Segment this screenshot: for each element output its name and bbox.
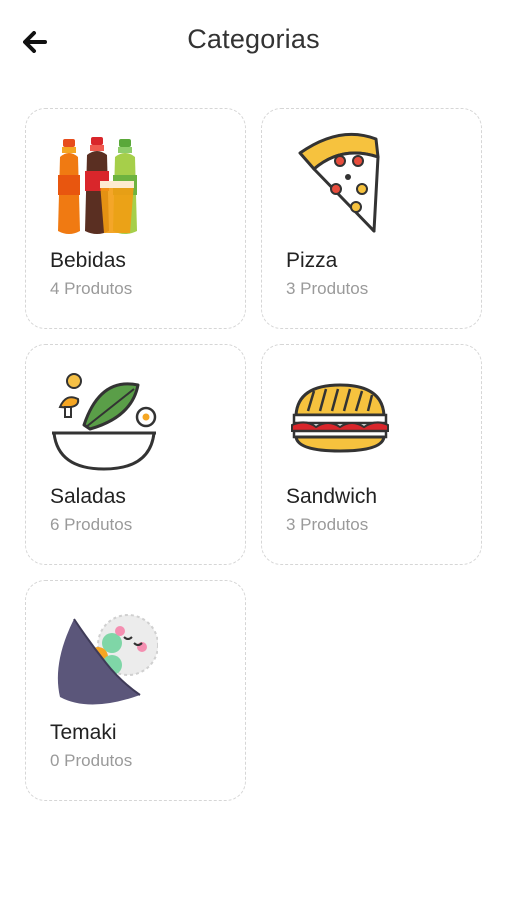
category-name: Pizza (286, 249, 338, 272)
app-header: Categorias (0, 0, 507, 84)
category-card-pizza[interactable]: Pizza 3 Produtos (261, 108, 482, 329)
page-title: Categorias (187, 24, 320, 54)
category-name: Bebidas (50, 249, 126, 272)
category-card-temaki[interactable]: Temaki 0 Produtos (25, 580, 246, 801)
category-count: 3 Produtos (286, 279, 369, 298)
category-card-saladas[interactable]: Saladas 6 Produtos (25, 344, 246, 565)
sandwich-icon (291, 383, 389, 453)
category-name: Saladas (50, 485, 126, 508)
category-count: 4 Produtos (50, 279, 133, 298)
category-name: Temaki (50, 721, 117, 744)
drinks-icon (58, 137, 137, 234)
category-card-sandwich[interactable]: Sandwich 3 Produtos (261, 344, 482, 565)
pizza-slice-icon (298, 132, 380, 233)
salad-bowl-icon (52, 373, 157, 471)
category-name: Sandwich (286, 485, 378, 508)
temaki-icon (57, 614, 158, 705)
category-count: 3 Produtos (286, 515, 369, 534)
category-count: 6 Produtos (50, 515, 133, 534)
category-card-bebidas[interactable]: Bebidas 4 Produtos (25, 108, 246, 329)
category-count: 0 Produtos (50, 751, 133, 770)
